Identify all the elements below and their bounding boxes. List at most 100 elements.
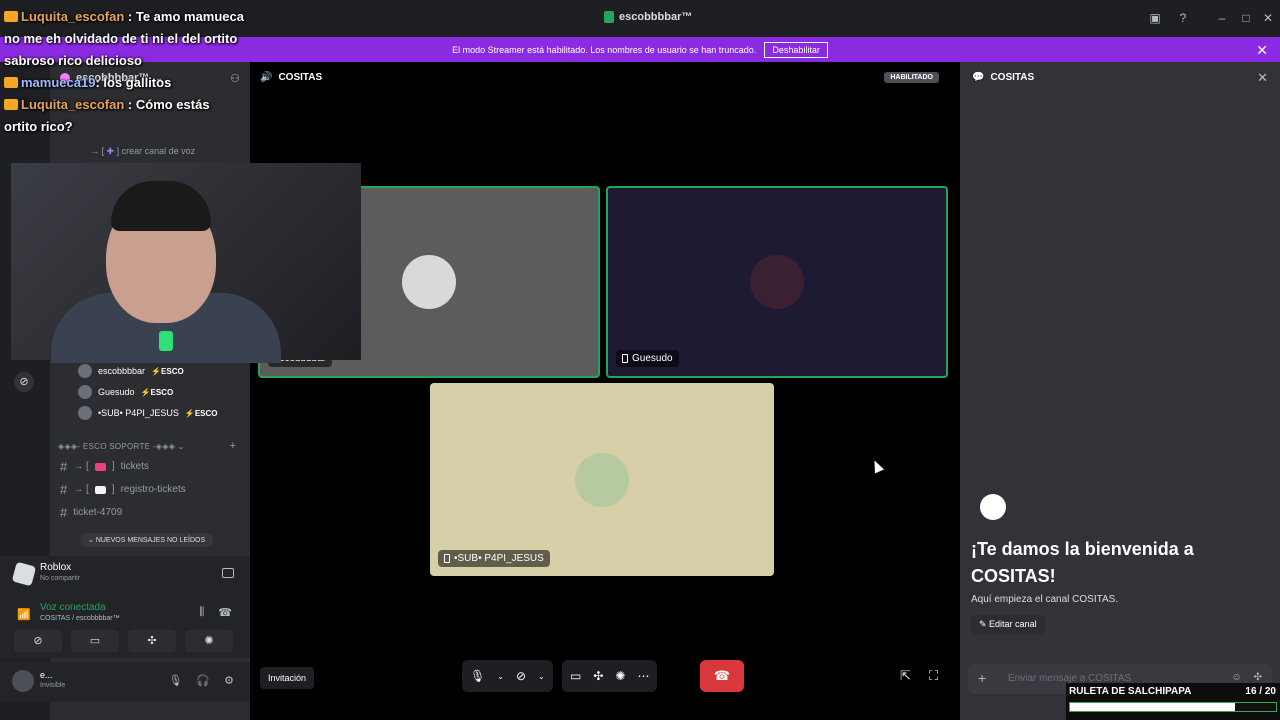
text-chat-panel: 💬 COSITAS ✕ ¡Te damos la bienvenida a CO… [960, 62, 1280, 720]
camera-off-button[interactable]: ⊘ [14, 630, 62, 652]
participant-tile[interactable]: Guesudo [606, 186, 948, 378]
channel-category[interactable]: ◈◈◈- ESCO SOPORTE -◈◈◈ ⌄ [58, 442, 185, 451]
welcome-heading: ¡Te damos la bienvenida a COSITAS! [971, 539, 1194, 586]
avatar [78, 385, 92, 399]
invite-button[interactable]: Invitación [260, 667, 315, 689]
welcome-chat-icon [980, 494, 1006, 520]
user-status: Invisible [40, 682, 66, 689]
close-icon[interactable]: ✕ [1256, 42, 1268, 59]
activities-button[interactable]: ✣ [128, 630, 176, 652]
crown-icon [4, 11, 18, 22]
share-screen-button[interactable]: ▭ [71, 630, 119, 652]
crown-icon [4, 99, 18, 110]
roblox-icon [11, 561, 37, 587]
help-icon[interactable]: ? [1175, 10, 1191, 26]
more-icon[interactable]: ⋯ [637, 669, 649, 683]
microphone-icon[interactable]: 🎙 [470, 669, 485, 683]
voice-user[interactable]: •SUB• P4PI_JESUS ⚡ESCO [78, 406, 217, 420]
user-tag: ⚡ESCO [184, 408, 218, 418]
ruleta-widget: RULETA DE SALCHIPAPA 16 / 20 [1066, 683, 1280, 720]
share-screen-icon[interactable] [222, 568, 234, 578]
chat-header: 💬 COSITAS [972, 72, 1035, 83]
channel-item[interactable]: # ticket-4709 [60, 505, 122, 520]
channel-item[interactable]: # → [ ] tickets [60, 459, 149, 474]
avatar [78, 364, 92, 378]
mobile-icon [622, 354, 628, 363]
voice-user[interactable]: Guesudo ⚡ESCO [78, 385, 173, 399]
participant-tile[interactable]: •SUB• P4PI_JESUS [430, 383, 774, 576]
mobile-icon [444, 554, 450, 563]
microphone-icon[interactable]: 🎙 [168, 674, 182, 687]
screen-icon: ▭ [89, 635, 101, 647]
minimize-button[interactable]: – [1214, 10, 1230, 26]
discord-logo-icon [604, 11, 614, 23]
add-channel-icon[interactable]: + [230, 440, 236, 452]
share-screen-icon[interactable]: ▭ [570, 669, 581, 683]
habilitado-badge[interactable]: HABILITADO [884, 72, 939, 83]
close-window-button[interactable]: ✕ [1260, 10, 1276, 26]
participant-label: Guesudo [616, 350, 679, 367]
participant-label: •SUB• P4PI_JESUS [438, 550, 550, 567]
explore-icon[interactable]: ⊘ [14, 372, 34, 392]
ruleta-progress-fill [1070, 703, 1235, 711]
soundboard-icon: ✺ [204, 635, 214, 647]
welcome-subtitle: Aquí empieza el canal COSITAS. [971, 594, 1119, 605]
chat-bubble-icon: 💬 [972, 72, 985, 83]
green-light [159, 331, 173, 351]
camera-off-icon[interactable]: ⊘ [516, 669, 526, 683]
overlay-chat-message: Luquita_escofan : Cómo estás ortito rico… [4, 97, 210, 134]
fullscreen-icon[interactable]: ⛶ [929, 668, 938, 684]
disconnect-icon[interactable]: ☎ [218, 606, 232, 619]
avatar [750, 255, 804, 309]
voice-stage: 🔊 COSITAS HABILITADO escobbbbar Guesudo … [250, 62, 953, 720]
avatar [78, 406, 92, 420]
speaker-icon: 🔊 [260, 72, 273, 83]
gear-icon[interactable]: ⚙ [224, 674, 234, 687]
activity-subtitle: No compartir [40, 575, 81, 582]
username: e... [40, 670, 53, 680]
hash-icon: # [60, 505, 68, 520]
emoji-icon[interactable]: ☺ [1231, 672, 1241, 683]
phone-hangup-icon: ☎ [713, 668, 731, 683]
activities-icon[interactable]: ✣ [593, 669, 603, 683]
voice-user[interactable]: escobbbbar ⚡ESCO [78, 364, 184, 378]
chevron-down-icon[interactable]: ⌄ [497, 672, 504, 681]
activity-controls: ▭ ✣ ✺ ⋯ [562, 660, 658, 692]
avatar [402, 255, 456, 309]
disable-streamer-button[interactable]: Deshabilitar [764, 41, 828, 58]
voice-status[interactable]: Voz conectada [40, 602, 106, 613]
unread-messages-pill[interactable]: ⌄ NUEVOS MENSAJES NO LEÍDOS [80, 533, 214, 547]
crown-icon [4, 77, 18, 88]
avatar [575, 452, 629, 507]
noise-suppression-icon[interactable]: ⫼ [199, 606, 204, 619]
close-icon[interactable]: ✕ [1257, 70, 1268, 86]
create-voice-channel[interactable]: → [ ✚ ] crear canal de voz [90, 146, 195, 157]
camera-off-icon: ⊘ [33, 635, 43, 647]
popout-icon[interactable]: ⇱ [900, 668, 911, 684]
webcam-overlay [11, 163, 361, 363]
plus-icon: ✚ [106, 146, 115, 156]
plus-icon[interactable]: + [978, 670, 986, 686]
voice-channel-path[interactable]: COSITAS / escobbbbar™ [40, 615, 120, 622]
hash-icon: # [60, 482, 68, 497]
apps-icon[interactable]: ✣ [1254, 672, 1262, 683]
user-tag: ⚡ESCO [151, 366, 184, 376]
ruleta-count: 16 / 20 [1245, 686, 1276, 697]
edit-channel-button[interactable]: ✎ Editar canal [971, 615, 1045, 634]
soundboard-button[interactable]: ✺ [185, 630, 233, 652]
ruleta-title: RULETA DE SALCHIPAPA [1069, 686, 1192, 697]
stage-header: 🔊 COSITAS [260, 72, 323, 83]
hangup-button[interactable]: ☎ [700, 660, 744, 692]
chevron-down-icon[interactable]: ⌄ [538, 672, 545, 681]
avatar[interactable] [12, 670, 34, 692]
maximize-button[interactable]: □ [1238, 10, 1254, 26]
ticket-emoji-icon [94, 462, 106, 471]
channel-item[interactable]: # → [ ] registro-tickets [60, 482, 186, 497]
inbox-icon[interactable]: ▣ [1147, 10, 1163, 26]
streamer-mode-message: El modo Streamer está habilitado. Los no… [452, 44, 757, 55]
user-panel: e... Invisible 🎙 🎧 ⚙ [0, 662, 250, 702]
user-tag: ⚡ESCO [140, 387, 174, 397]
soundboard-icon[interactable]: ✺ [615, 669, 625, 683]
document-emoji-icon [94, 485, 106, 494]
headphones-icon[interactable]: 🎧 [196, 674, 210, 687]
